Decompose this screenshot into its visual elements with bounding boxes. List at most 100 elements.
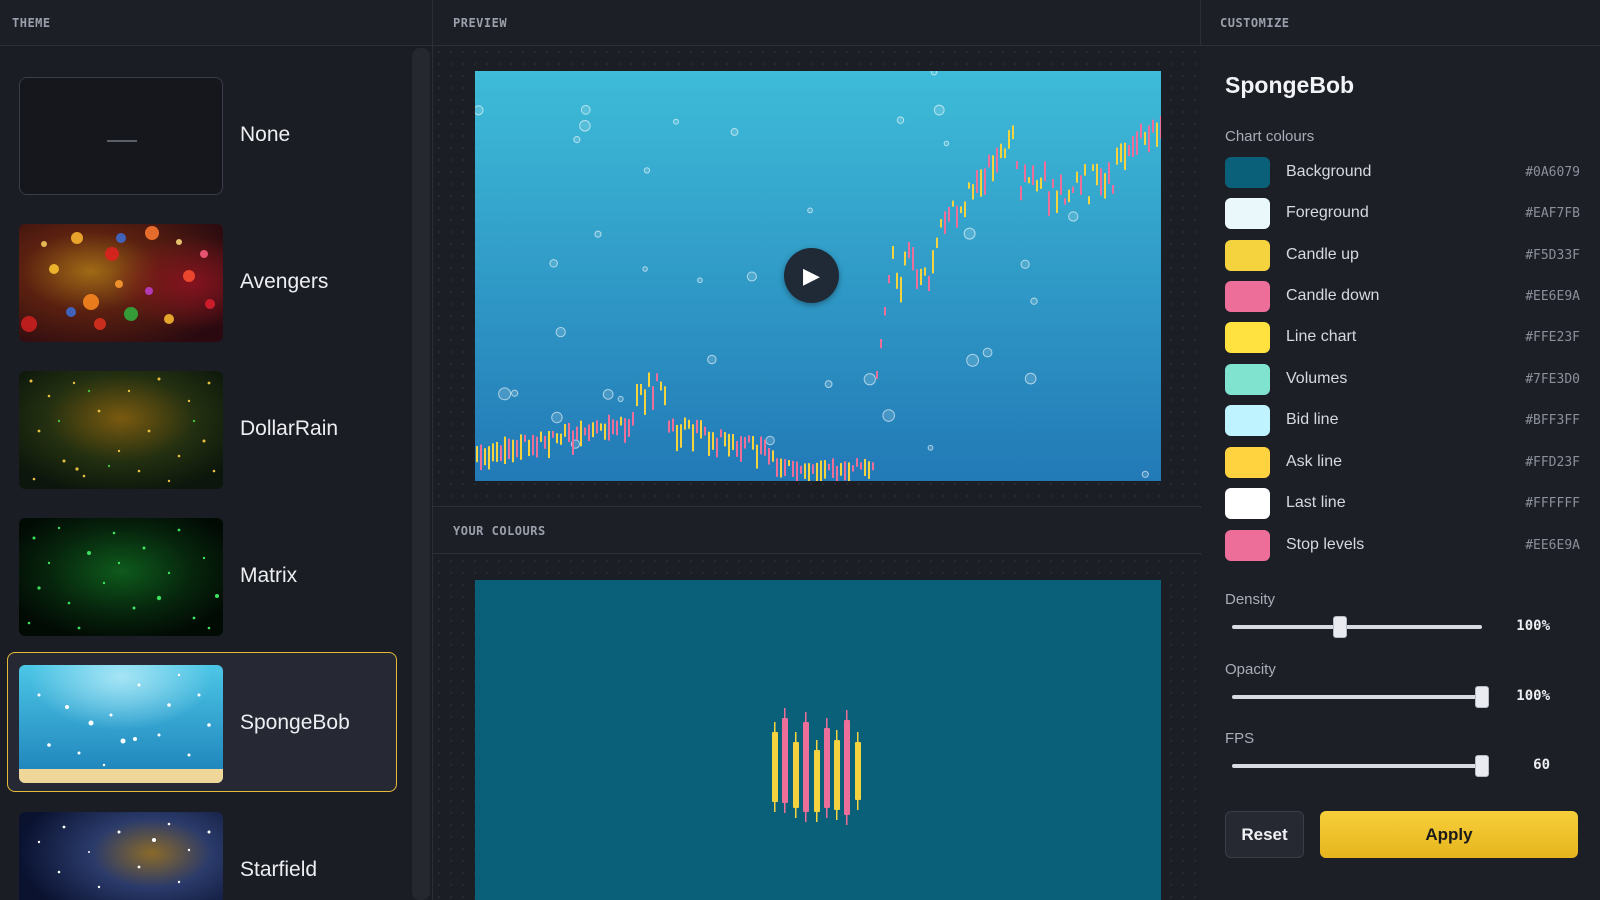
preview-candle: [1008, 130, 1010, 149]
theme-item-avengers[interactable]: Avengers: [7, 211, 397, 351]
preview-candle: [576, 426, 578, 441]
apply-button[interactable]: Apply: [1320, 811, 1578, 858]
colour-row-foreground[interactable]: Foreground #EAF7FB: [1225, 198, 1580, 230]
slider-track: [1232, 764, 1482, 768]
preview-candle: [964, 201, 966, 218]
slider-thumb[interactable]: [1475, 755, 1489, 777]
slider-thumb[interactable]: [1475, 686, 1489, 708]
preview-candle: [524, 434, 526, 442]
preview-candle: [528, 439, 530, 457]
preview-candle: [804, 463, 806, 479]
preview-candle: [932, 250, 934, 274]
colour-row-last-line[interactable]: Last line #FFFFFF: [1225, 488, 1580, 520]
bubble: [549, 259, 558, 268]
theme-item-starfield[interactable]: Starfield: [7, 799, 397, 900]
theme-name: Avengers: [240, 270, 329, 293]
preview-candle: [564, 424, 566, 437]
fps-slider[interactable]: [1232, 755, 1489, 777]
preview-candle: [684, 417, 686, 430]
preview-candle: [912, 247, 914, 271]
preview-candle: [1132, 136, 1134, 157]
preview-candle: [980, 169, 982, 197]
colour-row-background[interactable]: Background #0A6079: [1225, 157, 1580, 189]
reset-button[interactable]: Reset: [1225, 811, 1304, 858]
preview-candle: [976, 170, 978, 193]
theme-list[interactable]: None Avengers DollarRain Matrix SpongeBo…: [0, 46, 415, 900]
slider-thumb[interactable]: [1332, 616, 1347, 638]
your-colours-area: [433, 555, 1201, 900]
preview-candle: [516, 440, 518, 458]
colour-row-stop-levels[interactable]: Stop levels #EE6E9A: [1225, 530, 1580, 562]
preview-candle: [776, 458, 778, 477]
colour-row-bid-line[interactable]: Bid line #BFF3FF: [1225, 405, 1580, 437]
preview-candle: [664, 386, 666, 406]
colour-swatch[interactable]: [1225, 240, 1270, 271]
colour-swatch[interactable]: [1225, 281, 1270, 312]
colour-swatch[interactable]: [1225, 530, 1270, 561]
bubble: [475, 105, 484, 116]
colour-swatch[interactable]: [1225, 488, 1270, 519]
preview-candle: [716, 437, 718, 458]
preview-candle: [700, 420, 702, 439]
preview-candle: [1072, 186, 1074, 193]
preview-candle: [652, 386, 654, 410]
colour-hex: #BFF3FF: [1525, 413, 1580, 428]
theme-item-none[interactable]: None: [7, 64, 397, 204]
preview-candle: [736, 441, 738, 457]
preview-candle: [1116, 147, 1118, 165]
colour-hex: #0A6079: [1525, 165, 1580, 180]
preview-candle: [604, 423, 606, 440]
colour-row-candle-up[interactable]: Candle up #F5D33F: [1225, 240, 1580, 272]
theme-customizer: THEME None Avengers DollarRain Matrix Sp…: [0, 0, 1600, 900]
colour-hex: #EE6E9A: [1525, 289, 1580, 304]
colour-row-candle-down[interactable]: Candle down #EE6E9A: [1225, 281, 1580, 313]
colour-swatch[interactable]: [1225, 405, 1270, 436]
preview-canvas[interactable]: ▶: [475, 71, 1161, 481]
preview-candle: [940, 219, 942, 228]
play-icon[interactable]: ▶: [784, 248, 839, 303]
preview-candle: [844, 461, 846, 481]
colour-row-ask-line[interactable]: Ask line #FFD23F: [1225, 447, 1580, 479]
preview-candle: [1000, 143, 1002, 159]
preview-candle: [668, 420, 670, 433]
colour-swatch[interactable]: [1225, 447, 1270, 478]
preview-candle: [612, 419, 614, 435]
colour-swatch[interactable]: [1225, 157, 1270, 188]
bubble: [863, 373, 876, 386]
theme-item-matrix[interactable]: Matrix: [7, 505, 397, 645]
chart-colours-label: Chart colours: [1225, 128, 1315, 145]
bubble: [498, 387, 512, 401]
preview-candle: [692, 424, 694, 452]
your-colours-chart: [772, 708, 861, 825]
preview-candle: [476, 446, 478, 463]
preview-candle: [1108, 162, 1110, 184]
density-slider[interactable]: [1232, 616, 1482, 638]
colour-swatch[interactable]: [1225, 364, 1270, 395]
bubble: [746, 271, 757, 282]
preview-candle: [808, 463, 810, 481]
bubble: [730, 128, 739, 136]
preview-candle: [560, 433, 562, 445]
theme-list-scrollbar[interactable]: [412, 48, 430, 900]
colour-row-volumes[interactable]: Volumes #7FE3D0: [1225, 364, 1580, 396]
preview-candle: [492, 443, 494, 462]
bubble: [1024, 372, 1037, 385]
preview-candle: [636, 383, 638, 407]
preview-candle: [732, 434, 734, 450]
colour-row-line-chart[interactable]: Line chart #FFE23F: [1225, 322, 1580, 354]
colour-swatch[interactable]: [1225, 322, 1270, 353]
opacity-slider[interactable]: [1232, 686, 1489, 708]
theme-name: DollarRain: [240, 417, 339, 440]
preview-candle: [1024, 164, 1026, 182]
preview-candle: [780, 458, 782, 478]
theme-item-dollarrain[interactable]: DollarRain: [7, 358, 397, 498]
colour-swatch[interactable]: [1225, 198, 1270, 229]
preview-candle: [1100, 168, 1102, 196]
bubble: [927, 444, 934, 451]
bubble: [824, 380, 833, 388]
preview-candle: [1040, 177, 1042, 189]
theme-item-spongebob[interactable]: SpongeBob: [7, 652, 397, 792]
colour-hex: #EAF7FB: [1525, 206, 1580, 221]
preview-candle: [728, 433, 730, 457]
bubble: [673, 118, 679, 125]
